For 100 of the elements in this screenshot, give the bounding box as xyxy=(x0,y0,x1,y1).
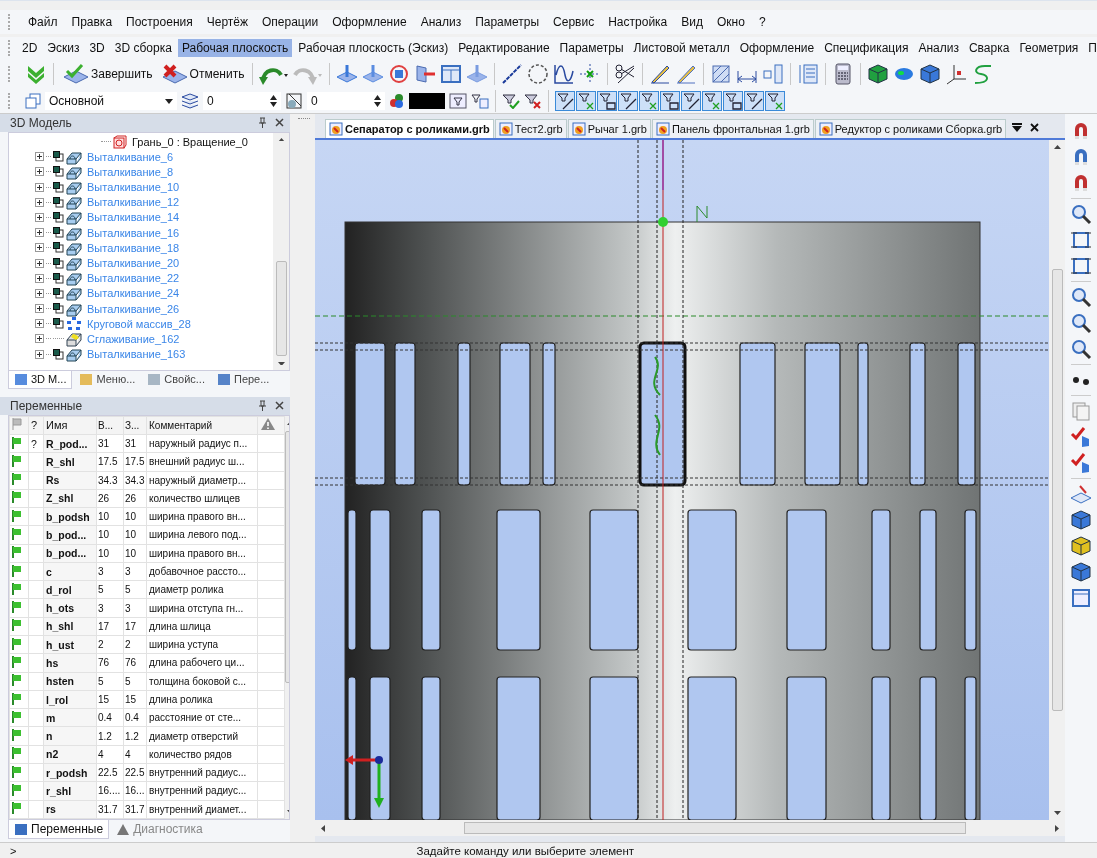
menu-item[interactable]: Правка xyxy=(64,15,120,29)
menu-item[interactable]: Чертёж xyxy=(199,15,255,29)
ribbon-tab[interactable]: Геометрия xyxy=(1015,39,1083,57)
table-cell: 0.4 xyxy=(123,708,147,727)
ribbon-tab[interactable]: Параметры xyxy=(555,39,628,57)
panel-tab[interactable]: Меню... xyxy=(74,370,141,388)
tree-item[interactable]: Круговой массив_28 xyxy=(87,317,191,330)
table-cell: длина ролика xyxy=(146,690,258,709)
document-tab[interactable]: Панель фронтальная 1.grb xyxy=(651,119,814,138)
table-cell: ширина правого вн... xyxy=(146,544,258,563)
ribbon-tab[interactable]: Оформление xyxy=(735,39,819,57)
cancel-button[interactable]: Отменить xyxy=(158,63,247,85)
menu-item[interactable]: Операции xyxy=(255,15,326,29)
menu-item[interactable]: Параметры xyxy=(468,15,547,29)
table-cell: 16.... xyxy=(96,781,124,801)
ribbon-tab[interactable]: Редактирование xyxy=(454,39,554,57)
table-cell: 17 xyxy=(96,617,124,636)
table-cell: 10 xyxy=(96,544,124,563)
menu-item[interactable]: Настройка xyxy=(601,15,675,29)
column-header[interactable]: З... xyxy=(123,416,147,435)
finish-button[interactable]: Завершить xyxy=(60,63,155,85)
document-tab[interactable]: Тест2.grb xyxy=(494,119,567,138)
tree-item[interactable]: Выталкивание_14 xyxy=(87,211,180,224)
menu-item[interactable]: Оформление xyxy=(325,15,414,29)
ribbon-tab[interactable]: Спецификация xyxy=(820,39,913,57)
document-tab[interactable]: Сепаратор с роликами.grb xyxy=(325,119,494,138)
table-cell: 22.5 xyxy=(96,763,124,782)
menu-item[interactable]: Построения xyxy=(119,15,200,29)
table-cell: 5 xyxy=(123,580,147,599)
ribbon-tab[interactable]: Рабочая плоскость (Эскиз) xyxy=(294,39,453,57)
ribbon-tab[interactable]: Эскиз xyxy=(43,39,84,57)
table-cell: количество рядов xyxy=(146,745,258,764)
document-tab[interactable]: Рычаг 1.grb xyxy=(567,119,651,138)
menu-item[interactable]: Окно xyxy=(710,15,752,29)
table-cell: 34.3 xyxy=(96,471,124,490)
tree-item[interactable]: Грань_0 : Вращение_0 xyxy=(132,135,248,148)
table-cell: толщина боковой с... xyxy=(146,672,258,691)
table-cell: добавочное рассто... xyxy=(146,562,258,581)
table-cell: 26 xyxy=(123,489,147,508)
tree-item[interactable]: Выталкивание_163 xyxy=(87,348,186,361)
tree-item[interactable]: Выталкивание_24 xyxy=(87,287,180,300)
table-cell: 10 xyxy=(96,507,124,526)
ribbon-tab[interactable]: Рабочая плоскость xyxy=(177,39,293,57)
menu-item[interactable]: Файл xyxy=(21,15,65,29)
style-dropdown[interactable]: Основной xyxy=(45,92,177,110)
menu-item[interactable]: Вид xyxy=(674,15,710,29)
table-cell: 3 xyxy=(123,562,147,581)
table-cell: 31.7 xyxy=(96,800,124,819)
tree-item[interactable]: Выталкивание_10 xyxy=(87,181,180,194)
tree-item[interactable]: Выталкивание_20 xyxy=(87,257,180,269)
tree-item[interactable]: Выталкивание_22 xyxy=(87,272,180,285)
table-cell: длина рабочего ци... xyxy=(146,653,258,673)
tree-item[interactable]: Выталкивание_8 xyxy=(87,165,174,178)
table-cell: 15 xyxy=(96,690,124,709)
table-cell: 26 xyxy=(96,489,124,508)
column-header[interactable]: В... xyxy=(96,416,124,435)
table-cell: 17.5 xyxy=(96,452,124,471)
table-cell: 4 xyxy=(96,745,124,764)
column-header[interactable]: Комментарий xyxy=(146,416,258,435)
table-cell: внутренний диамет... xyxy=(146,800,258,819)
panel-tab[interactable]: Переменные xyxy=(8,820,110,840)
ribbon-tab[interactable]: Анализ xyxy=(914,39,963,57)
table-cell: 2 xyxy=(123,635,147,654)
ribbon-tab[interactable]: 3D сборка xyxy=(110,39,176,57)
ribbon-tab[interactable]: Листовой металл xyxy=(629,39,734,57)
layer-spinner[interactable]: 0 xyxy=(203,92,281,110)
document-tab[interactable]: Редуктор с роликами Сборка.grb xyxy=(814,119,1007,138)
table-cell: 1.2 xyxy=(123,726,147,746)
ribbon-tab[interactable]: 2D xyxy=(18,39,42,57)
panel-tab[interactable]: Пере... xyxy=(211,370,275,388)
table-cell: ширина левого под... xyxy=(146,525,258,545)
table-cell: 31 xyxy=(96,434,124,453)
table-cell: 3 xyxy=(96,562,124,581)
ribbon-tab[interactable]: 3D xyxy=(85,39,109,57)
level-spinner[interactable]: 0 xyxy=(307,92,385,110)
menu-item[interactable]: Сервис xyxy=(546,15,602,29)
tree-item[interactable]: Выталкивание_18 xyxy=(87,241,180,254)
tree-item[interactable]: Выталкивание_12 xyxy=(87,196,180,209)
table-cell: 1.2 xyxy=(96,726,124,746)
table-cell: 5 xyxy=(123,672,147,691)
tree-item[interactable]: Выталкивание_26 xyxy=(87,302,180,315)
table-cell: 10 xyxy=(123,544,147,563)
panel-tab[interactable]: Свойс... xyxy=(142,370,210,388)
table-cell: длина шлица xyxy=(146,617,258,636)
column-header[interactable]: Имя xyxy=(43,416,97,435)
ribbon-tab[interactable]: П xyxy=(1084,39,1097,57)
table-cell: ширина отступа гн... xyxy=(146,598,258,618)
tree-item[interactable]: Выталкивание_16 xyxy=(87,226,180,239)
menu-item[interactable]: Анализ xyxy=(413,15,469,29)
tree-item[interactable]: Сглаживание_162 xyxy=(87,332,180,345)
ribbon-tab[interactable]: Сварка xyxy=(964,39,1014,57)
table-cell: диаметр ролика xyxy=(146,580,258,599)
tree-item[interactable]: Выталкивание_6 xyxy=(87,150,174,163)
table-cell: 16... xyxy=(123,781,147,801)
table-cell: 34.3 xyxy=(123,471,147,490)
table-cell: 76 xyxy=(123,653,147,673)
table-cell: 10 xyxy=(123,525,147,545)
table-cell: 17.5 xyxy=(123,452,147,471)
status-message: Задайте команду или выберите элемент xyxy=(416,845,635,857)
menu-item[interactable]: ? xyxy=(751,15,773,29)
